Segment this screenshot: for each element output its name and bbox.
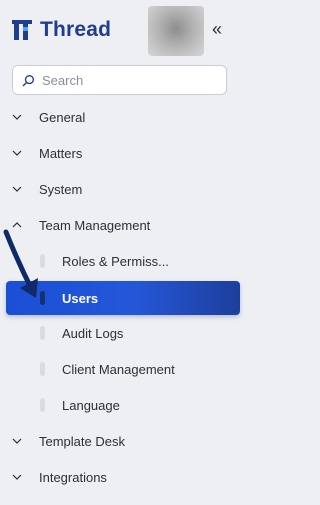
brand-name: Thread xyxy=(40,18,112,41)
chevron-down-icon xyxy=(12,186,22,192)
nav-item-template-desk[interactable]: Template Desk xyxy=(0,426,245,456)
nav-label: Matters xyxy=(39,145,83,161)
sub-item-label: Audit Logs xyxy=(62,325,124,341)
item-indicator xyxy=(40,291,45,305)
item-indicator xyxy=(40,362,45,376)
sub-item-audit-logs[interactable]: Audit Logs xyxy=(0,318,245,348)
item-indicator xyxy=(40,398,45,412)
nav-item-integrations[interactable]: Integrations xyxy=(0,462,245,492)
chevron-down-icon xyxy=(12,438,22,444)
sub-item-label: Language xyxy=(62,397,120,413)
chevron-up-icon xyxy=(12,222,22,228)
sub-item-client-management[interactable]: Client Management xyxy=(0,354,245,384)
nav-label: Integrations xyxy=(39,469,107,485)
nav-item-team-management[interactable]: Team Management xyxy=(0,210,245,240)
nav-item-general[interactable]: General xyxy=(0,102,245,132)
search-input[interactable] xyxy=(40,71,224,89)
chevron-down-icon xyxy=(12,150,22,156)
nav-item-system[interactable]: System xyxy=(0,174,245,204)
sub-item-roles-permissions[interactable]: Roles & Permiss... xyxy=(0,246,245,276)
item-indicator xyxy=(40,326,45,340)
chevron-down-icon xyxy=(12,114,22,120)
sub-item-label: Users xyxy=(62,290,99,306)
nav-item-matters[interactable]: Matters xyxy=(0,138,245,168)
item-indicator xyxy=(40,254,45,268)
nav-label: General xyxy=(39,109,86,125)
double-chevron-left-icon: « xyxy=(211,19,222,39)
search-box[interactable] xyxy=(12,65,227,95)
chevron-down-icon xyxy=(12,474,22,480)
nav-label: Template Desk xyxy=(39,433,125,449)
sub-item-language[interactable]: Language xyxy=(0,390,245,420)
sub-item-users[interactable]: Users xyxy=(6,281,240,315)
collapse-sidebar-button[interactable]: « xyxy=(209,18,225,40)
brand-logo[interactable]: Thread xyxy=(12,18,111,42)
search-icon xyxy=(22,74,35,86)
sub-item-label: Roles & Permiss... xyxy=(62,253,169,269)
sub-item-label: Client Management xyxy=(62,361,175,377)
nav-label: System xyxy=(39,181,83,197)
nav-label: Team Management xyxy=(39,217,151,233)
avatar[interactable] xyxy=(148,6,204,56)
thread-logo-icon xyxy=(12,20,32,40)
sidebar: Thread « General Matters System xyxy=(0,0,245,505)
